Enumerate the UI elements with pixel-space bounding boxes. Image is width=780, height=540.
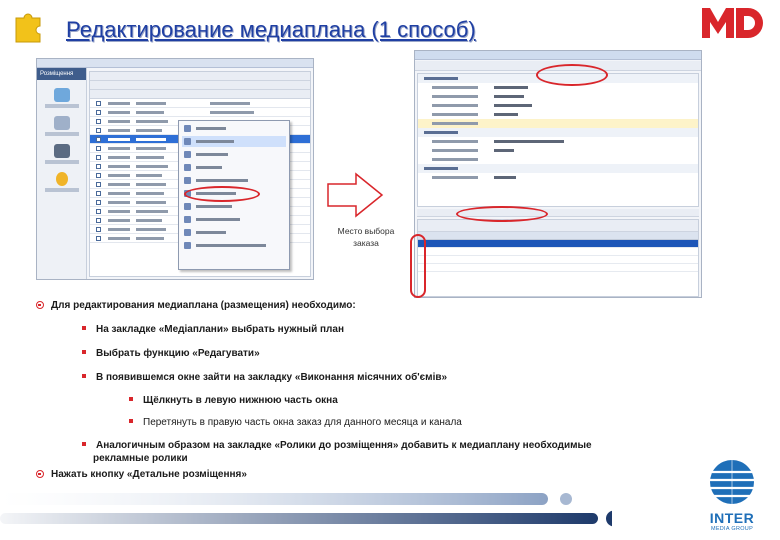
form-row[interactable]: [418, 137, 698, 146]
form-row[interactable]: [418, 101, 698, 110]
caption-order-selection: Место выбора заказа: [326, 225, 406, 249]
context-menu-item[interactable]: [182, 162, 286, 173]
sidebar-label: [44, 188, 79, 192]
grid-header: [418, 232, 698, 240]
bullet-icon: [82, 442, 86, 446]
sidebar-label: [44, 132, 79, 136]
instruction-item: В появившемся окне зайти на закладку «Ви…: [82, 372, 447, 383]
film-icon[interactable]: [53, 144, 70, 158]
screenshot-media-plan-editor: [414, 50, 702, 298]
puzzle-icon: [15, 13, 41, 43]
instruction-text: На закладке «Медіаплани» выбрать нужный …: [96, 324, 344, 335]
context-menu-item-edit[interactable]: [182, 136, 286, 147]
grid-row[interactable]: [418, 264, 698, 272]
highlight-oval-tab: [456, 206, 548, 222]
coin-icon[interactable]: [55, 172, 68, 186]
bullet-icon: [129, 397, 133, 401]
instruction-text: В появившемся окне зайти на закладку «Ви…: [96, 372, 448, 383]
form-row[interactable]: [418, 173, 698, 182]
context-menu-item[interactable]: [182, 214, 286, 225]
grid-row-order[interactable]: [418, 240, 698, 248]
instruction-text: Нажать кнопку «Детальне розміщення»: [51, 469, 247, 480]
caption-line: Место выбора: [337, 226, 395, 236]
sidebar-header: Розміщення: [37, 68, 86, 80]
bullet-icon: [36, 301, 44, 309]
instruction-text: Для редактирования медиаплана (размещени…: [51, 300, 356, 311]
context-menu-item[interactable]: [182, 175, 286, 186]
inter-brand-subtitle: MEDIA GROUP: [710, 526, 754, 532]
instruction-item: Щёлкнуть в левую нижнюю часть окна: [129, 395, 338, 406]
bullet-icon: [36, 470, 44, 478]
highlight-oval-toolbar: [536, 64, 608, 86]
form-group-header: [418, 128, 698, 137]
page-title: Редактирование медиаплана (1 способ): [66, 17, 476, 42]
instruction-item: Выбрать функцию «Редагувати»: [82, 348, 260, 359]
grid-row[interactable]: [418, 248, 698, 256]
sidebar-label: [44, 104, 79, 108]
instruction-text: Щёлкнуть в левую нижнюю часть окна: [143, 395, 338, 406]
instruction-item: Нажать кнопку «Детальне розміщення»: [36, 469, 247, 480]
instruction-text: Перетянуть в правую часть окна заказ для…: [143, 417, 462, 428]
sidebar-label: [44, 160, 79, 164]
form-row[interactable]: [418, 119, 698, 128]
form-row[interactable]: [418, 155, 698, 164]
context-menu-item[interactable]: [182, 201, 286, 212]
instruction-text-continuation: рекламные ролики: [93, 453, 188, 464]
monthly-volumes-grid: [417, 219, 699, 297]
instruction-text: Аналогичным образом на закладке «Ролики …: [96, 440, 592, 451]
inter-brand-text: INTER: [709, 510, 755, 526]
bullet-icon: [129, 419, 133, 423]
form-row[interactable]: [418, 92, 698, 101]
instruction-item: Перетянуть в правую часть окна заказ для…: [129, 417, 462, 428]
grid-row[interactable]: [418, 256, 698, 264]
form-group-header: [418, 164, 698, 173]
form-row[interactable]: [418, 146, 698, 155]
context-menu-item[interactable]: [182, 149, 286, 160]
bullet-icon: [82, 374, 86, 378]
documents-icon[interactable]: [53, 116, 70, 130]
footer-decoration: [0, 493, 612, 527]
caption-line: заказа: [353, 238, 379, 248]
context-menu-item[interactable]: [182, 240, 286, 251]
app-sidebar: Розміщення: [37, 68, 87, 279]
highlight-oval-edit: [184, 186, 260, 202]
bullet-icon: [82, 326, 86, 330]
instruction-item: Аналогичным образом на закладке «Ролики …: [82, 440, 592, 451]
window-titlebar: [37, 59, 313, 68]
highlight-oval-drop-area: [410, 234, 426, 298]
instruction-text: Выбрать функцию «Редагувати»: [96, 348, 260, 359]
context-menu-item[interactable]: [182, 123, 286, 134]
window-titlebar: [415, 51, 701, 60]
instruction-item: Для редактирования медиаплана (размещени…: [36, 300, 356, 311]
chart-icon[interactable]: [53, 88, 70, 102]
grid-tabs: [418, 220, 698, 232]
grid-toolbar: [90, 72, 310, 81]
md-logo: [702, 8, 763, 38]
instruction-item: На закладке «Медіаплани» выбрать нужный …: [82, 324, 344, 335]
arrow-right-icon: [327, 172, 384, 218]
context-menu-item[interactable]: [182, 227, 286, 238]
grid-filter-bar: [90, 81, 310, 90]
table-row[interactable]: [90, 108, 310, 117]
plan-properties-form: [417, 73, 699, 207]
table-row[interactable]: [90, 99, 310, 108]
form-row[interactable]: [418, 110, 698, 119]
grid-header: [90, 90, 310, 99]
bullet-icon: [82, 350, 86, 354]
